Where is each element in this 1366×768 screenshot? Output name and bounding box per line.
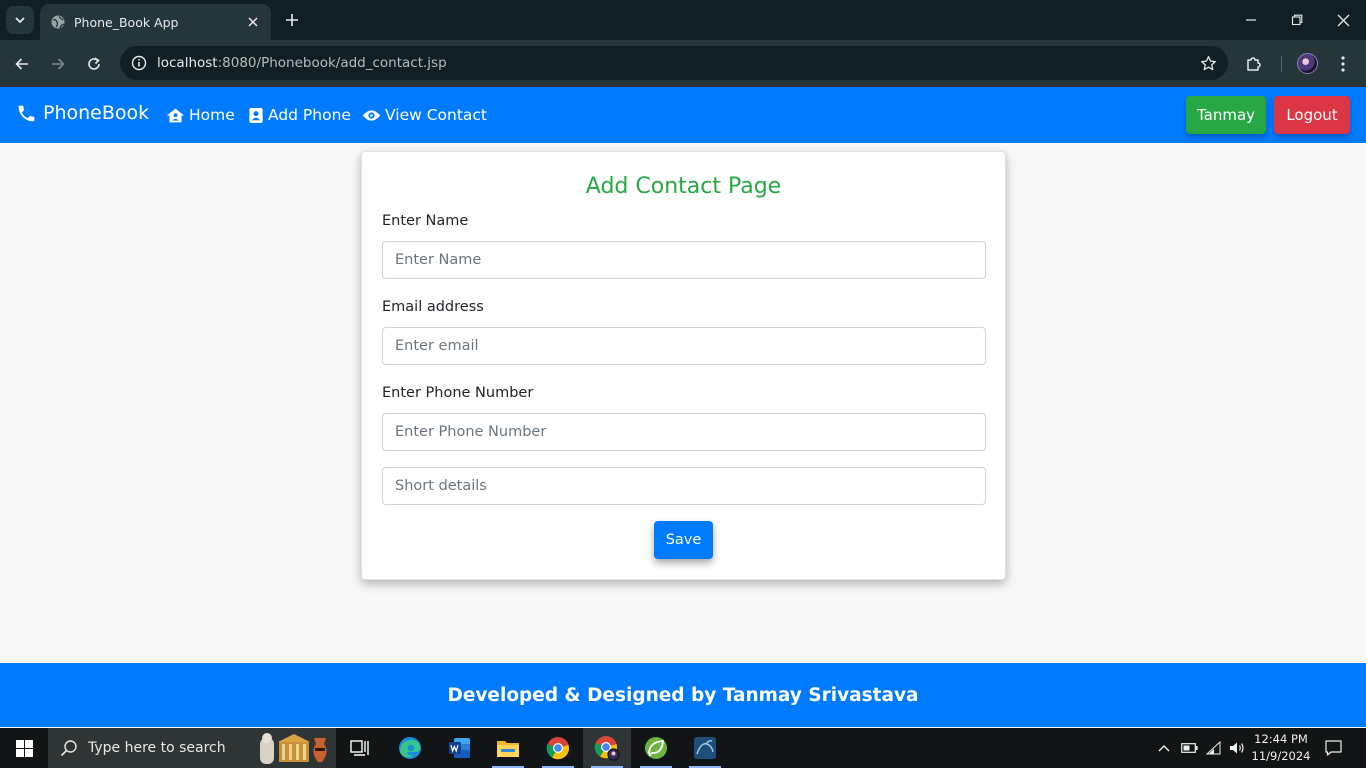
phone-icon	[18, 105, 35, 121]
tab-search-button[interactable]	[6, 6, 34, 34]
new-tab-plus-icon[interactable]	[280, 8, 304, 32]
phone-input[interactable]	[382, 413, 986, 451]
name-label: Enter Name	[382, 213, 469, 229]
address-bar[interactable]: localhost:8080/Phonebook/add_contact.jsp	[120, 46, 1228, 80]
page-title: Add Contact Page	[585, 174, 782, 199]
nav-link-label: Add Phone	[268, 106, 351, 124]
spring-tool-icon[interactable]	[632, 728, 680, 768]
taskbar-clock[interactable]: 12:44 PM 11/9/2024	[1248, 731, 1314, 765]
chevron-down-icon	[15, 17, 25, 24]
app-navbar: PhoneBook Home Add Phone View Contact Ta…	[0, 87, 1366, 143]
profile-avatar[interactable]	[1297, 53, 1318, 74]
windows-taskbar: Type here to search 12:44 PM 11/9/2024	[0, 728, 1366, 768]
chrome-icon[interactable]	[534, 728, 582, 768]
battery-icon[interactable]	[1178, 728, 1200, 768]
home-icon	[166, 108, 185, 122]
browser-toolbar: localhost:8080/Phonebook/add_contact.jsp	[0, 40, 1366, 87]
close-window-icon[interactable]	[1320, 4, 1366, 36]
name-input[interactable]	[382, 241, 986, 279]
word-icon[interactable]	[436, 728, 484, 768]
footer-text: Developed & Designed by Tanmay Srivastav…	[447, 684, 919, 706]
back-arrow-icon[interactable]	[8, 50, 36, 78]
user-profile-button[interactable]: Tanmay	[1186, 96, 1266, 134]
contact-book-icon	[249, 107, 263, 123]
nav-link-home[interactable]: Home	[166, 106, 235, 124]
tab-title: Phone_Book App	[74, 14, 179, 30]
show-hidden-icons-chevron-icon[interactable]	[1154, 728, 1174, 768]
url-host: localhost	[157, 55, 218, 71]
windows-start-icon[interactable]	[0, 728, 48, 768]
nav-link-add-phone[interactable]: Add Phone	[248, 106, 351, 124]
mysql-workbench-icon[interactable]	[681, 728, 729, 768]
bookmark-star-icon[interactable]	[1196, 51, 1220, 75]
edge-icon[interactable]	[386, 728, 434, 768]
brand-label: PhoneBook	[43, 102, 150, 124]
email-label: Email address	[382, 299, 484, 315]
clock-time: 12:44 PM	[1254, 732, 1308, 746]
nav-link-view-contact[interactable]: View Contact	[362, 106, 487, 124]
search-highlight-museum-icon	[260, 733, 327, 764]
nav-link-label: Home	[189, 106, 235, 124]
minimize-icon[interactable]	[1228, 4, 1274, 36]
search-icon	[60, 739, 78, 757]
globe-icon	[50, 14, 66, 30]
details-input[interactable]	[382, 467, 986, 505]
file-explorer-icon[interactable]	[484, 728, 532, 768]
site-info-icon[interactable]	[122, 46, 156, 80]
phone-label: Enter Phone Number	[382, 385, 534, 401]
taskbar-search-box[interactable]: Type here to search	[48, 728, 336, 768]
logout-button[interactable]: Logout	[1274, 96, 1350, 134]
eye-icon	[362, 109, 381, 121]
clock-date: 11/9/2024	[1251, 749, 1311, 763]
task-view-icon[interactable]	[336, 728, 384, 768]
taskbar-search-placeholder: Type here to search	[88, 740, 226, 756]
forward-arrow-icon[interactable]	[44, 50, 72, 78]
volume-icon[interactable]	[1226, 728, 1248, 768]
nav-link-label: View Contact	[385, 106, 488, 124]
wifi-icon[interactable]	[1203, 728, 1225, 768]
browser-menu-icon[interactable]	[1329, 50, 1357, 78]
restore-icon[interactable]	[1274, 4, 1320, 36]
url-text: localhost:8080/Phonebook/add_contact.jsp	[157, 55, 447, 71]
page-footer: Developed & Designed by Tanmay Srivastav…	[0, 663, 1366, 727]
navbar-brand[interactable]: PhoneBook	[16, 102, 149, 124]
browser-tab-strip: Phone_Book App	[0, 0, 1366, 40]
toolbar-divider	[1281, 56, 1282, 72]
email-input[interactable]	[382, 327, 986, 365]
reload-icon[interactable]	[80, 50, 108, 78]
extensions-puzzle-icon[interactable]	[1240, 50, 1268, 78]
chrome-profile-icon[interactable]	[583, 728, 631, 768]
notification-center-icon[interactable]	[1316, 728, 1350, 768]
tab-close-icon[interactable]	[245, 14, 261, 30]
add-contact-card: Add Contact Page Enter Name Email addres…	[361, 151, 1006, 580]
browser-tab[interactable]: Phone_Book App	[40, 4, 271, 40]
save-button[interactable]: Save	[654, 521, 713, 559]
url-path: :8080/Phonebook/add_contact.jsp	[217, 55, 447, 71]
